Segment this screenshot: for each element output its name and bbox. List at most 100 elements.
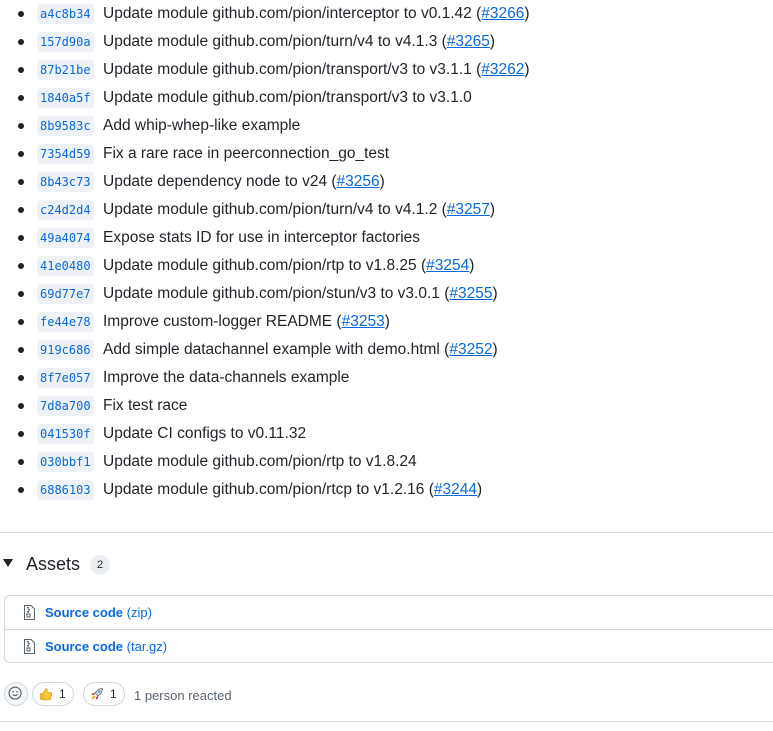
commit-message: Update CI configs to v0.11.32 (103, 425, 306, 443)
commit-row: 49a4074 Expose stats ID for use in interc… (0, 224, 773, 252)
pull-request-link[interactable]: #3262 (481, 61, 524, 78)
asset-ext-text: (tar.gz) (126, 639, 168, 654)
commit-message: Update module github.com/pion/transport/… (103, 61, 530, 79)
bullet-icon (18, 291, 24, 297)
commit-message-text: Update module github.com/pion/transport/… (103, 89, 472, 106)
commit-sha-link[interactable]: 919c686 (37, 340, 94, 360)
commit-row: a4c8b34 Update module github.com/pion/int… (0, 0, 773, 28)
pull-request-link[interactable]: #3266 (481, 5, 524, 22)
commit-message-text: Fix test race (103, 397, 188, 414)
commit-row: 041530f Update CI configs to v0.11.32 (0, 420, 773, 448)
commit-message: Improve the data-channels example (103, 369, 349, 387)
bullet-icon (18, 235, 24, 241)
commit-sha-link[interactable]: 49a4074 (37, 228, 94, 248)
add-reaction-button[interactable] (4, 682, 28, 706)
commit-message-tail: ) (489, 201, 496, 218)
commit-message: Add whip-whep-like example (103, 117, 300, 135)
assets-header[interactable]: Assets 2 (0, 552, 773, 578)
commit-message-tail: ) (384, 313, 390, 330)
asset-row-zip[interactable]: Source code (zip) (5, 596, 773, 629)
pull-request-link[interactable]: #3255 (449, 285, 492, 302)
commit-message-text: Update module github.com/pion/rtp to v1.… (103, 453, 417, 470)
commit-row: 6886103 Update module github.com/pion/rtc… (0, 476, 773, 504)
commit-row: 7354d59 Fix a rare race in peerconnection… (0, 140, 773, 168)
file-zip-icon (24, 605, 35, 620)
commit-message-tail: ) (524, 5, 530, 22)
commit-message: Expose stats ID for use in interceptor f… (103, 229, 420, 247)
commit-row: 7d8a700 Fix test race (0, 392, 773, 420)
pull-request-link[interactable]: #3257 (447, 201, 490, 218)
commit-message-tail: ) (524, 61, 530, 78)
commit-sha-link[interactable]: 1840a5f (37, 88, 94, 108)
pull-request-link[interactable]: #3265 (447, 33, 490, 50)
commit-message-tail: ) (469, 257, 475, 274)
reactions-bar: 1 1 1 person reacted (0, 680, 773, 708)
commit-sha-link[interactable]: a4c8b34 (37, 4, 94, 24)
commit-message: Update module github.com/pion/intercepto… (103, 5, 530, 23)
pull-request-link[interactable]: #3254 (426, 257, 469, 274)
bullet-icon (18, 459, 24, 465)
bottom-divider (0, 721, 773, 722)
rocket-icon (91, 688, 103, 700)
asset-label-text: Source code (45, 605, 124, 620)
commit-sha-link[interactable]: 041530f (37, 424, 94, 444)
commit-message-tail: ) (492, 285, 498, 302)
bullet-icon (18, 403, 24, 409)
rocket-reaction-button[interactable]: 1 (83, 682, 125, 706)
commit-message: Update module github.com/pion/transport/… (103, 89, 472, 107)
commit-sha-link[interactable]: 6886103 (37, 480, 94, 500)
commit-message-text: Update CI configs to v0.11.32 (103, 425, 307, 442)
commit-message-text: Update dependency node to v24 ( (103, 173, 337, 190)
commit-message: Improve custom-logger README (#3253) (103, 313, 390, 331)
commit-message-tail: ) (476, 481, 483, 498)
asset-ext-text: (zip) (126, 605, 152, 620)
bullet-icon (18, 39, 24, 45)
commit-message: Update module github.com/pion/rtcp to v1… (103, 481, 482, 499)
commit-sha-link[interactable]: 030bbf1 (37, 452, 94, 472)
commit-message-text: Expose stats ID for use in interceptor f… (103, 229, 421, 246)
pull-request-link[interactable]: #3252 (449, 341, 492, 358)
commit-message-text: Add whip-whep-like example (103, 117, 301, 134)
bullet-icon (18, 431, 24, 437)
commit-message: Update module github.com/pion/stun/v3 to… (103, 285, 498, 303)
asset-row-targz[interactable]: Source code (tar.gz) (5, 629, 773, 663)
asset-link-zip[interactable]: Source code (zip) (45, 605, 152, 620)
caret-down-icon[interactable] (3, 559, 13, 567)
commit-sha-link[interactable]: 87b21be (37, 60, 94, 80)
commit-sha-link[interactable]: 7354d59 (37, 144, 94, 164)
commit-row: 41e0480 Update module github.com/pion/rtp… (0, 252, 773, 280)
commit-message: Add simple datachannel example with demo… (103, 341, 498, 359)
commit-row: 030bbf1 Update module github.com/pion/rtp… (0, 448, 773, 476)
commit-message: Update module github.com/pion/rtp to v1.… (103, 257, 474, 275)
pull-request-link[interactable]: #3253 (342, 313, 385, 330)
commit-message-tail: ) (489, 33, 496, 50)
commit-row: 1840a5f Update module github.com/pion/tra… (0, 84, 773, 112)
commit-row: c24d2d4 Update module github.com/pion/tur… (0, 196, 773, 224)
asset-link-targz[interactable]: Source code (tar.gz) (45, 639, 167, 654)
commit-sha-link[interactable]: 8f7e057 (37, 368, 94, 388)
bullet-icon (18, 123, 24, 129)
commit-row: 8b43c73 Update dependency node to v24 (#3… (0, 168, 773, 196)
bullet-icon (18, 347, 24, 353)
commit-sha-link[interactable]: fe44e78 (37, 312, 94, 332)
bullet-icon (18, 179, 24, 185)
commit-sha-link[interactable]: 157d90a (37, 32, 94, 52)
thumbs-up-icon (40, 688, 53, 701)
commit-sha-link[interactable]: 41e0480 (37, 256, 94, 276)
commit-message-text: Update module github.com/pion/transport/… (103, 61, 482, 78)
commit-sha-link[interactable]: 8b43c73 (37, 172, 94, 192)
reactions-summary: 1 person reacted (134, 688, 232, 703)
commit-message: Update dependency node to v24 (#3256) (103, 173, 385, 191)
commit-message-text: Add simple datachannel example with demo… (103, 341, 450, 358)
commit-message-text: Update module github.com/pion/turn/v4 to… (103, 33, 447, 50)
pull-request-link[interactable]: #3256 (337, 173, 380, 190)
commit-sha-link[interactable]: c24d2d4 (37, 200, 94, 220)
thumbs-up-reaction-button[interactable]: 1 (32, 682, 74, 706)
commit-sha-link[interactable]: 7d8a700 (37, 396, 94, 416)
commit-sha-link[interactable]: 8b9583c (37, 116, 94, 136)
bullet-icon (18, 95, 24, 101)
pull-request-link[interactable]: #3244 (434, 481, 477, 498)
commit-message: Update module github.com/pion/turn/v4 to… (103, 33, 495, 51)
commit-sha-link[interactable]: 69d77e7 (37, 284, 94, 304)
commit-row: 8b9583c Add whip-whep-like example (0, 112, 773, 140)
